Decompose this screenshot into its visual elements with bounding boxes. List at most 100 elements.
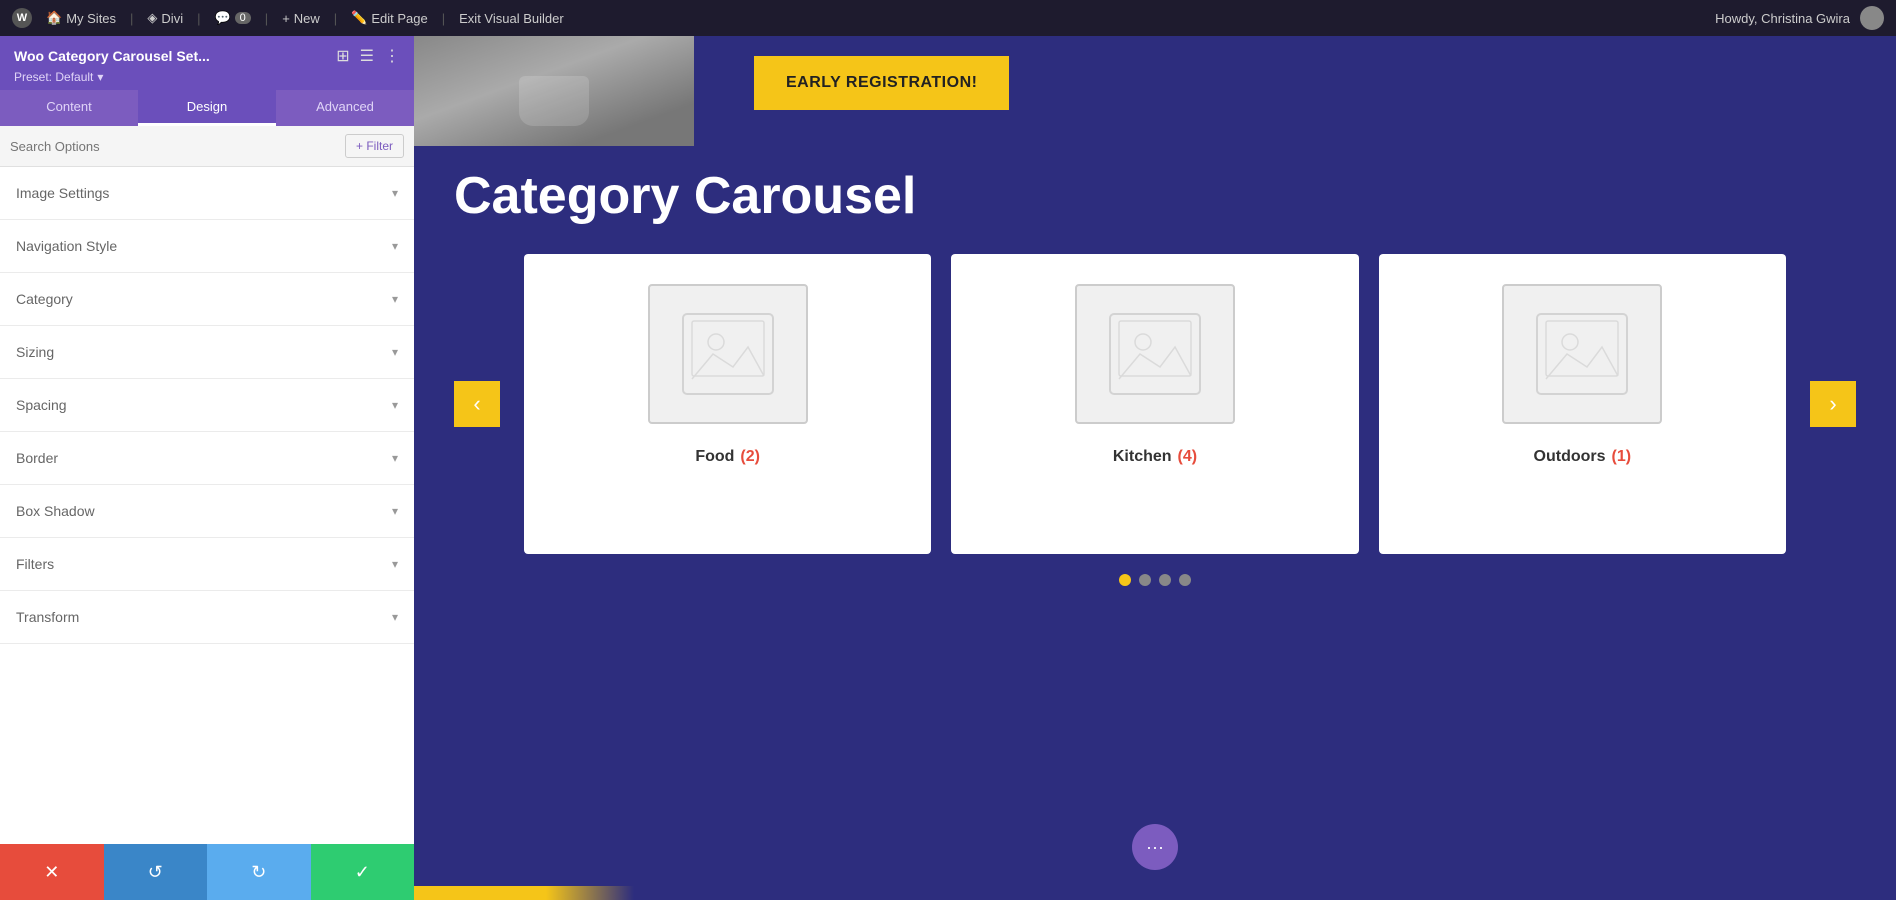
user-avatar [1860, 6, 1884, 30]
edit-page-link[interactable]: ✏️ Edit Page [351, 10, 428, 26]
preset-label: Preset: Default [14, 70, 93, 84]
top-bar: W 🏠 My Sites | ◈ Divi | 💬 0 | + New | ✏️… [0, 0, 1896, 36]
accordion-label-navigation-style: Navigation Style [16, 238, 117, 254]
yellow-accent-bar [414, 886, 634, 900]
hero-image [414, 36, 694, 146]
tab-bar: Content Design Advanced [0, 90, 414, 126]
dot-1[interactable] [1119, 574, 1131, 586]
kitchen-placeholder-image [1075, 284, 1235, 424]
accordion-header-box-shadow[interactable]: Box Shadow ▾ [0, 485, 414, 537]
chevron-down-icon-sizing: ▾ [392, 345, 398, 359]
accordion-label-filters: Filters [16, 556, 54, 572]
food-placeholder-image [648, 284, 808, 424]
dot-2[interactable] [1139, 574, 1151, 586]
dots-icon[interactable]: ⋮ [384, 46, 400, 66]
carousel-section: Category Carousel ‹ [414, 146, 1896, 900]
accordion-header-image-settings[interactable]: Image Settings ▾ [0, 167, 414, 219]
carousel-card-outdoors: Outdoors (1) [1379, 254, 1786, 554]
grid-icon[interactable]: ⊞ [336, 46, 349, 66]
float-icon: ··· [1146, 837, 1164, 858]
accordion-label-spacing: Spacing [16, 397, 67, 413]
accordion-header-sizing[interactable]: Sizing ▾ [0, 326, 414, 378]
kitchen-label-text: Kitchen [1113, 448, 1172, 466]
menu-icon[interactable]: ☰ [360, 46, 374, 66]
accordion-label-border: Border [16, 450, 58, 466]
accordion-filters: Filters ▾ [0, 538, 414, 591]
carousel-prev-button[interactable]: ‹ [454, 381, 500, 427]
accordion-header-transform[interactable]: Transform ▾ [0, 591, 414, 643]
accordion-box-shadow: Box Shadow ▾ [0, 485, 414, 538]
accordion-header-border[interactable]: Border ▾ [0, 432, 414, 484]
food-label-text: Food [695, 448, 734, 466]
undo-button[interactable]: ↺ [104, 844, 208, 900]
chevron-down-icon-box-shadow: ▾ [392, 504, 398, 518]
accordion-border: Border ▾ [0, 432, 414, 485]
top-strip: EARLY REGISTRATION! [414, 36, 1896, 146]
new-link[interactable]: + New [282, 11, 320, 26]
cup-placeholder [414, 36, 694, 146]
outdoors-placeholder-image [1502, 284, 1662, 424]
divi-link[interactable]: ◈ Divi [147, 10, 183, 26]
accordion-sizing: Sizing ▾ [0, 326, 414, 379]
accordion-transform: Transform ▾ [0, 591, 414, 644]
accordion-label-transform: Transform [16, 609, 79, 625]
preset-row[interactable]: Preset: Default ▾ [14, 70, 400, 84]
accordion-list: Image Settings ▾ Navigation Style ▾ Cate… [0, 167, 414, 844]
howdy-text: Howdy, Christina Gwira [1715, 11, 1850, 26]
accordion-label-image-settings: Image Settings [16, 185, 109, 201]
save-button[interactable]: ✓ [311, 844, 415, 900]
kitchen-card-label: Kitchen (4) [1113, 448, 1197, 466]
preset-chevron-icon: ▾ [97, 70, 103, 84]
carousel-card-food: Food (2) [524, 254, 931, 554]
chevron-down-icon-navigation-style: ▾ [392, 239, 398, 253]
top-bar-left: W 🏠 My Sites | ◈ Divi | 💬 0 | + New | ✏️… [12, 8, 1699, 28]
dot-4[interactable] [1179, 574, 1191, 586]
carousel-cards: Food (2) [524, 254, 1786, 554]
float-action-button[interactable]: ··· [1132, 824, 1178, 870]
accordion-label-sizing: Sizing [16, 344, 54, 360]
accordion-header-category[interactable]: Category ▾ [0, 273, 414, 325]
filter-button[interactable]: + Filter [345, 134, 404, 158]
tab-advanced[interactable]: Advanced [276, 90, 414, 126]
chevron-down-icon-image-settings: ▾ [392, 186, 398, 200]
chevron-down-icon-category: ▾ [392, 292, 398, 306]
early-registration-button[interactable]: EARLY REGISTRATION! [754, 56, 1009, 110]
search-input[interactable] [10, 139, 337, 154]
outdoors-label-text: Outdoors [1534, 448, 1606, 466]
outdoors-card-label: Outdoors (1) [1534, 448, 1632, 466]
sidebar-title-icons: ⊞ ☰ ⋮ [336, 46, 400, 66]
chevron-down-icon-filters: ▾ [392, 557, 398, 571]
accordion-label-box-shadow: Box Shadow [16, 503, 95, 519]
carousel-dots [454, 574, 1856, 586]
content-area: EARLY REGISTRATION! Category Carousel ‹ [414, 36, 1896, 900]
top-bar-right: Howdy, Christina Gwira [1715, 6, 1884, 30]
accordion-header-navigation-style[interactable]: Navigation Style ▾ [0, 220, 414, 272]
redo-button[interactable]: ↻ [207, 844, 311, 900]
accordion-navigation-style: Navigation Style ▾ [0, 220, 414, 273]
my-sites-link[interactable]: 🏠 My Sites [46, 10, 116, 26]
sidebar: Woo Category Carousel Set... ⊞ ☰ ⋮ Prese… [0, 36, 414, 900]
accordion-image-settings: Image Settings ▾ [0, 167, 414, 220]
search-row: + Filter [0, 126, 414, 167]
carousel-title: Category Carousel [454, 166, 1856, 226]
accordion-label-category: Category [16, 291, 73, 307]
sidebar-title-row: Woo Category Carousel Set... ⊞ ☰ ⋮ [14, 46, 400, 66]
wp-icon[interactable]: W [12, 8, 32, 28]
cancel-button[interactable]: ✕ [0, 844, 104, 900]
tab-design[interactable]: Design [138, 90, 276, 126]
comments-link[interactable]: 💬 0 [214, 10, 250, 26]
accordion-category: Category ▾ [0, 273, 414, 326]
main-area: Woo Category Carousel Set... ⊞ ☰ ⋮ Prese… [0, 36, 1896, 900]
sidebar-title: Woo Category Carousel Set... [14, 48, 210, 64]
exit-visual-builder-link[interactable]: Exit Visual Builder [459, 11, 564, 26]
chevron-down-icon-transform: ▾ [392, 610, 398, 624]
carousel-next-button[interactable]: › [1810, 381, 1856, 427]
accordion-header-spacing[interactable]: Spacing ▾ [0, 379, 414, 431]
chevron-down-icon-spacing: ▾ [392, 398, 398, 412]
accordion-header-filters[interactable]: Filters ▾ [0, 538, 414, 590]
bottom-toolbar: ✕ ↺ ↻ ✓ [0, 844, 414, 900]
tab-content[interactable]: Content [0, 90, 138, 126]
sidebar-header: Woo Category Carousel Set... ⊞ ☰ ⋮ Prese… [0, 36, 414, 90]
dot-3[interactable] [1159, 574, 1171, 586]
food-card-label: Food (2) [695, 448, 760, 466]
